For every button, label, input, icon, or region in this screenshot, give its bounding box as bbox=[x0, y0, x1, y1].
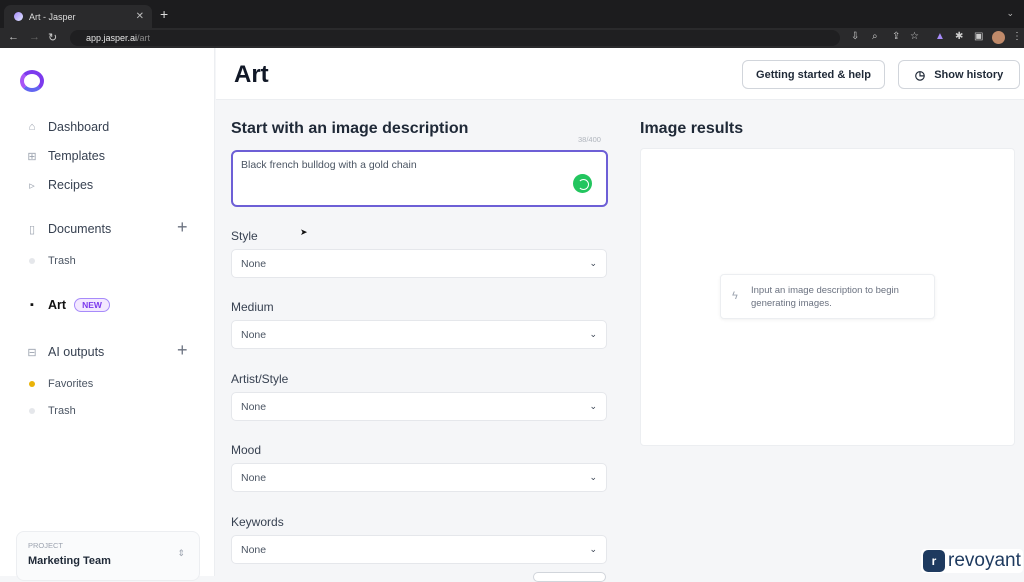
browser-tab-bar: Art - Jasper ✕ + ⌄ bbox=[0, 0, 1024, 28]
tab-search-chevron-icon[interactable]: ⌄ bbox=[1006, 8, 1014, 19]
show-history-button[interactable]: ◷ Show history bbox=[898, 60, 1020, 89]
image-description-input[interactable]: Black french bulldog with a gold chain bbox=[231, 150, 608, 207]
generate-button[interactable] bbox=[533, 572, 606, 582]
back-icon[interactable]: ← bbox=[8, 31, 19, 43]
character-counter: 38/400 bbox=[578, 135, 601, 144]
keywords-select[interactable]: None ⌄ bbox=[231, 535, 607, 564]
mouse-cursor-icon: ➤ bbox=[300, 227, 308, 237]
loading-spinner-icon bbox=[573, 174, 592, 193]
lightning-icon: ϟ bbox=[732, 290, 738, 302]
menu-kebab-icon[interactable]: ⋮ bbox=[1012, 31, 1022, 42]
dot-icon bbox=[29, 381, 35, 387]
sidebar-item-documents[interactable]: ▯ Documents bbox=[26, 222, 111, 236]
style-select[interactable]: None ⌄ bbox=[231, 249, 607, 278]
url-input[interactable]: app.jasper.ai/art bbox=[70, 30, 840, 46]
sidebar-item-documents-trash[interactable]: Trash bbox=[26, 255, 76, 267]
extensions-puzzle-icon[interactable]: ✱ bbox=[955, 31, 963, 42]
add-document-button[interactable]: + bbox=[177, 217, 188, 238]
medium-select[interactable]: None ⌄ bbox=[231, 320, 607, 349]
new-badge: NEW bbox=[74, 298, 110, 312]
browser-tab[interactable]: Art - Jasper ✕ bbox=[4, 5, 152, 28]
image-results-heading: Image results bbox=[640, 120, 744, 137]
sidebar-item-templates[interactable]: ⊞ Templates bbox=[26, 149, 105, 163]
grid-icon: ⊞ bbox=[27, 150, 37, 163]
address-bar-row: ← → ↻ app.jasper.ai/art ⇩ ⌕ ⇪ ☆ ▲ ✱ ▣ ⋮ bbox=[0, 28, 1024, 48]
artist-style-label: Artist/Style bbox=[231, 372, 289, 386]
project-name: Marketing Team bbox=[28, 555, 111, 567]
style-label: Style bbox=[231, 229, 258, 243]
jasper-logo[interactable] bbox=[20, 70, 44, 92]
sidebar-item-dashboard[interactable]: ⌂ Dashboard bbox=[26, 120, 109, 134]
sidebar: ⌂ Dashboard ⊞ Templates ▹ Recipes ▯ Document… bbox=[0, 48, 215, 581]
empty-state-hint: ϟ Input an image description to begin gen… bbox=[720, 274, 935, 319]
sidebar-item-outputs-trash[interactable]: Trash bbox=[26, 405, 76, 417]
sidebar-item-favorites[interactable]: Favorites bbox=[26, 378, 93, 390]
jasper-extension-icon[interactable]: ▲ bbox=[935, 31, 945, 42]
clock-icon: ◷ bbox=[914, 67, 926, 82]
description-heading: Start with an image description bbox=[231, 120, 469, 137]
add-ai-output-button[interactable]: + bbox=[177, 340, 188, 361]
new-tab-button[interactable]: + bbox=[160, 6, 168, 22]
play-box-icon: ▹ bbox=[29, 179, 35, 192]
chevron-down-icon: ⌄ bbox=[589, 258, 597, 268]
dot-icon bbox=[29, 258, 35, 264]
document-icon: ▯ bbox=[28, 223, 36, 236]
reload-icon[interactable]: ↻ bbox=[48, 31, 57, 44]
chevron-down-icon: ⌄ bbox=[589, 329, 597, 339]
dot-icon bbox=[29, 408, 35, 414]
forward-icon[interactable]: → bbox=[29, 31, 40, 43]
revoyant-watermark: r revoyant bbox=[921, 549, 1023, 573]
artist-style-select[interactable]: None ⌄ bbox=[231, 392, 607, 421]
project-label: PROJECT bbox=[28, 541, 64, 550]
profile-avatar[interactable] bbox=[992, 31, 1005, 44]
page-title: Art bbox=[234, 61, 269, 88]
sidebar-item-ai-outputs[interactable]: ⊟ AI outputs bbox=[26, 345, 104, 359]
sidebar-item-recipes[interactable]: ▹ Recipes bbox=[26, 178, 93, 192]
mood-label: Mood bbox=[231, 443, 262, 457]
mood-select[interactable]: None ⌄ bbox=[231, 463, 607, 492]
sidebar-item-art[interactable]: ▪ Art NEW bbox=[26, 298, 110, 312]
zoom-icon[interactable]: ⌕ bbox=[872, 31, 878, 42]
bookmark-star-icon[interactable]: ☆ bbox=[910, 31, 919, 42]
install-icon[interactable]: ⇩ bbox=[851, 31, 859, 42]
jasper-favicon-icon bbox=[14, 12, 23, 21]
image-icon: ▪ bbox=[30, 299, 34, 311]
medium-label: Medium bbox=[231, 300, 274, 314]
sidepanel-icon[interactable]: ▣ bbox=[974, 31, 983, 42]
chevron-down-icon: ⌄ bbox=[589, 401, 597, 411]
close-tab-icon[interactable]: ✕ bbox=[136, 11, 144, 22]
updown-chevron-icon: ⇕ bbox=[177, 548, 185, 558]
chevron-down-icon: ⌄ bbox=[589, 472, 597, 482]
tab-title: Art - Jasper bbox=[29, 11, 76, 22]
getting-started-help-button[interactable]: Getting started & help bbox=[742, 60, 885, 89]
home-icon: ⌂ bbox=[28, 121, 36, 133]
share-icon[interactable]: ⇪ bbox=[892, 31, 900, 42]
chevron-down-icon: ⌄ bbox=[589, 544, 597, 554]
inbox-icon: ⊟ bbox=[27, 346, 37, 359]
page-header: Art Getting started & help ◷ Show history bbox=[216, 48, 1024, 100]
keywords-label: Keywords bbox=[231, 515, 284, 529]
project-switcher[interactable]: PROJECT Marketing Team ⇕ bbox=[16, 531, 200, 581]
